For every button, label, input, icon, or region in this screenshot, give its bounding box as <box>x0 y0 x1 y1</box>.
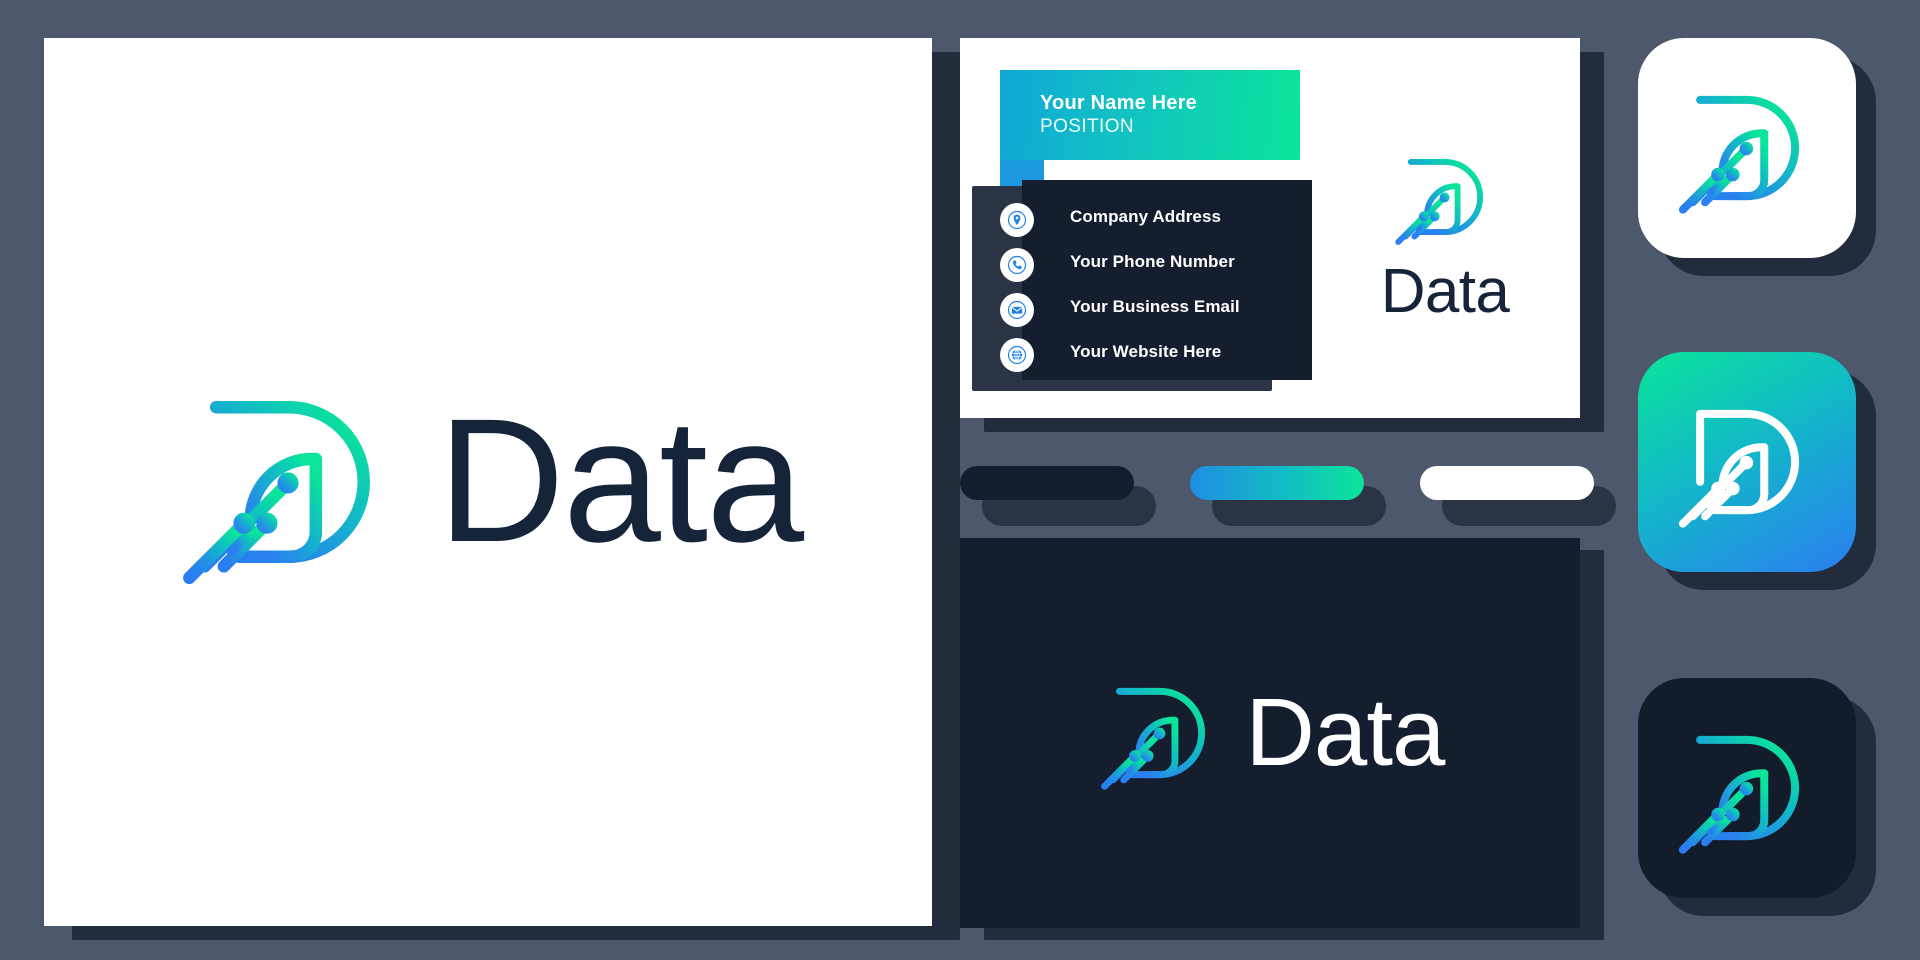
tile-face <box>1638 678 1856 898</box>
app-icon-tile-light <box>1638 38 1876 276</box>
contact-website-label: Your Website Here <box>1070 341 1222 361</box>
color-swatch-gradient <box>1190 466 1386 526</box>
contact-address-label: Company Address <box>1070 206 1222 226</box>
business-card-logo-lockup: Data <box>1340 125 1550 340</box>
contact-list: Company Address Your Phone Number Your B… <box>1022 180 1312 374</box>
envelope-icon <box>1000 293 1034 327</box>
business-card-contact-panel: Company Address Your Phone Number Your B… <box>1022 180 1312 380</box>
business-card-wordmark: Data <box>1380 256 1510 326</box>
mockup-canvas: Data Your Name Here POSITION Company Add… <box>0 0 1920 960</box>
data-d-logo-icon <box>1673 388 1821 536</box>
primary-wordmark: Data <box>437 383 804 580</box>
card-person-position: POSITION <box>1040 116 1134 137</box>
globe-icon <box>1000 338 1034 372</box>
business-card-name-block: Your Name Here POSITION <box>1000 70 1300 160</box>
dark-board-wordmark: Data <box>1245 678 1446 786</box>
contact-email-label: Your Business Email <box>1070 296 1240 316</box>
location-pin-icon <box>1000 203 1034 237</box>
tile-face <box>1638 352 1856 572</box>
data-d-logo-icon <box>1673 714 1821 862</box>
data-d-logo-icon <box>1391 143 1499 251</box>
contact-item-website: Your Website Here <box>1022 329 1312 374</box>
tile-face <box>1638 38 1856 258</box>
card-person-name: Your Name Here <box>1040 92 1197 114</box>
data-d-logo-icon <box>174 367 404 597</box>
swatch-chip <box>1420 466 1594 500</box>
contact-item-phone: Your Phone Number <box>1022 239 1312 284</box>
contact-item-address: Company Address <box>1022 194 1312 239</box>
data-d-logo-icon <box>1096 669 1224 797</box>
phone-icon <box>1000 248 1034 282</box>
primary-logo-lockup: Data <box>44 38 932 926</box>
data-d-logo-icon <box>1673 74 1821 222</box>
color-swatch-white <box>1420 466 1616 526</box>
swatch-chip <box>960 466 1134 500</box>
contact-phone-label: Your Phone Number <box>1070 251 1235 271</box>
swatch-chip <box>1190 466 1364 500</box>
app-icon-tile-gradient <box>1638 352 1876 590</box>
dark-logo-lockup: Data <box>960 538 1580 928</box>
color-swatch-navy <box>960 466 1156 526</box>
contact-item-email: Your Business Email <box>1022 284 1312 329</box>
app-icon-tile-dark <box>1638 678 1876 916</box>
